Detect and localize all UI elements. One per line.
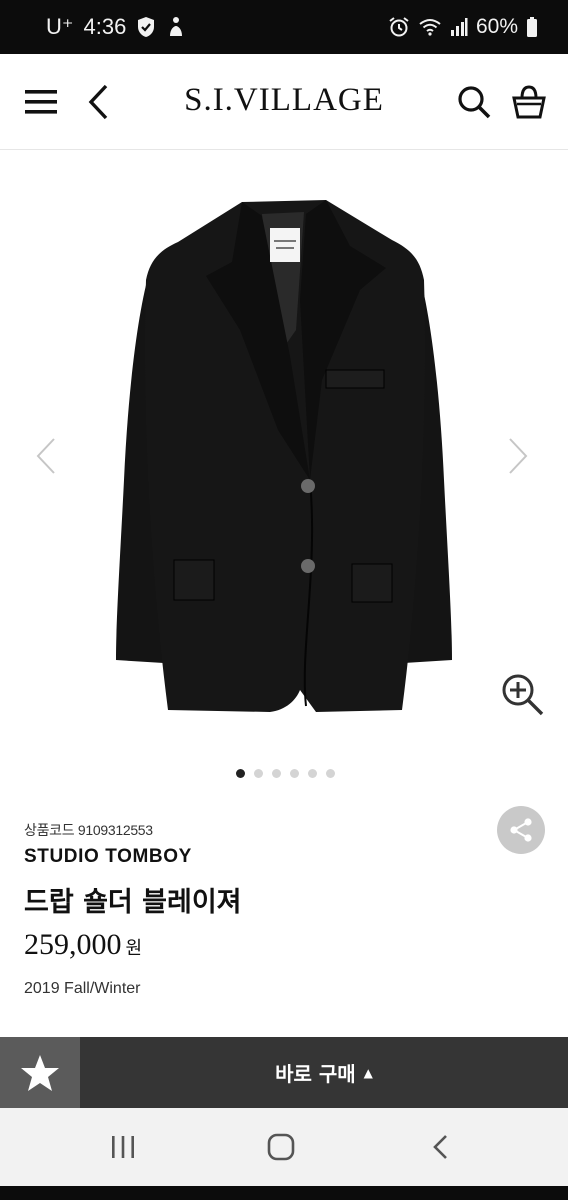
search-button[interactable] xyxy=(448,76,500,128)
carousel-dot[interactable] xyxy=(308,769,317,778)
product-image-carousel[interactable] xyxy=(0,150,568,760)
buy-now-button[interactable]: 바로 구매 ▲ xyxy=(80,1037,568,1108)
product-name: 드랍 숄더 블레이져 xyxy=(24,887,242,918)
carrier-label: U⁺ xyxy=(46,14,74,39)
back-nav-button[interactable] xyxy=(410,1122,470,1172)
currency-label: 원 xyxy=(125,938,143,959)
product-season: 2019 Fall/Winter xyxy=(24,980,141,997)
accessibility-icon xyxy=(166,16,186,38)
battery-percent: 60% xyxy=(475,15,518,38)
recent-apps-icon xyxy=(112,1136,134,1158)
purchase-action-bar: 바로 구매 ▲ xyxy=(0,1037,568,1108)
home-button[interactable] xyxy=(251,1122,311,1172)
carousel-dot[interactable] xyxy=(272,769,281,778)
carousel-dot[interactable] xyxy=(326,769,335,778)
battery-icon xyxy=(526,16,538,38)
buy-now-label: 바로 구매 xyxy=(275,1062,356,1086)
carousel-next-button[interactable] xyxy=(494,432,542,480)
home-icon xyxy=(267,1133,295,1161)
recent-apps-button[interactable] xyxy=(93,1122,153,1172)
share-icon xyxy=(510,818,532,842)
alarm-icon xyxy=(388,16,410,38)
system-nav-bar xyxy=(0,1108,568,1186)
back-nav-icon xyxy=(433,1135,447,1159)
carousel-dot[interactable] xyxy=(290,769,299,778)
carousel-dot[interactable] xyxy=(254,769,263,778)
product-photo xyxy=(116,200,452,712)
wifi-icon xyxy=(418,17,442,37)
star-icon xyxy=(21,1054,59,1091)
clock: 4:36 xyxy=(83,14,127,39)
menu-button[interactable] xyxy=(15,76,67,128)
price-row: 259,000 원 xyxy=(24,928,142,962)
menu-icon xyxy=(25,90,57,114)
carousel-indicator xyxy=(236,769,335,778)
wishlist-button[interactable] xyxy=(0,1037,80,1108)
basket-icon xyxy=(512,85,546,119)
signal-icon xyxy=(450,17,468,37)
product-code: 상품코드 9109312553 xyxy=(24,822,153,838)
search-icon xyxy=(458,86,491,119)
carousel-dot[interactable] xyxy=(236,769,245,778)
carousel-prev-button[interactable] xyxy=(22,432,70,480)
share-button[interactable] xyxy=(497,806,545,854)
caret-up-icon: ▲ xyxy=(363,1065,373,1080)
status-bar: U⁺ 4:36 60% xyxy=(0,0,568,54)
product-price: 259,000 xyxy=(24,928,122,961)
brand-logo[interactable]: S.I.VILLAGE xyxy=(150,82,418,119)
app-header: S.I.VILLAGE xyxy=(0,54,568,150)
zoom-in-icon xyxy=(502,674,544,716)
basket-button[interactable] xyxy=(503,76,555,128)
bottom-strip xyxy=(0,1186,568,1200)
back-button[interactable] xyxy=(72,76,124,128)
chevron-left-icon xyxy=(36,438,55,474)
zoom-button[interactable] xyxy=(496,668,548,720)
back-icon xyxy=(88,84,108,120)
chevron-right-icon xyxy=(509,438,528,474)
product-brand[interactable]: STUDIO TOMBOY xyxy=(24,846,192,868)
shield-check-icon xyxy=(136,16,156,38)
